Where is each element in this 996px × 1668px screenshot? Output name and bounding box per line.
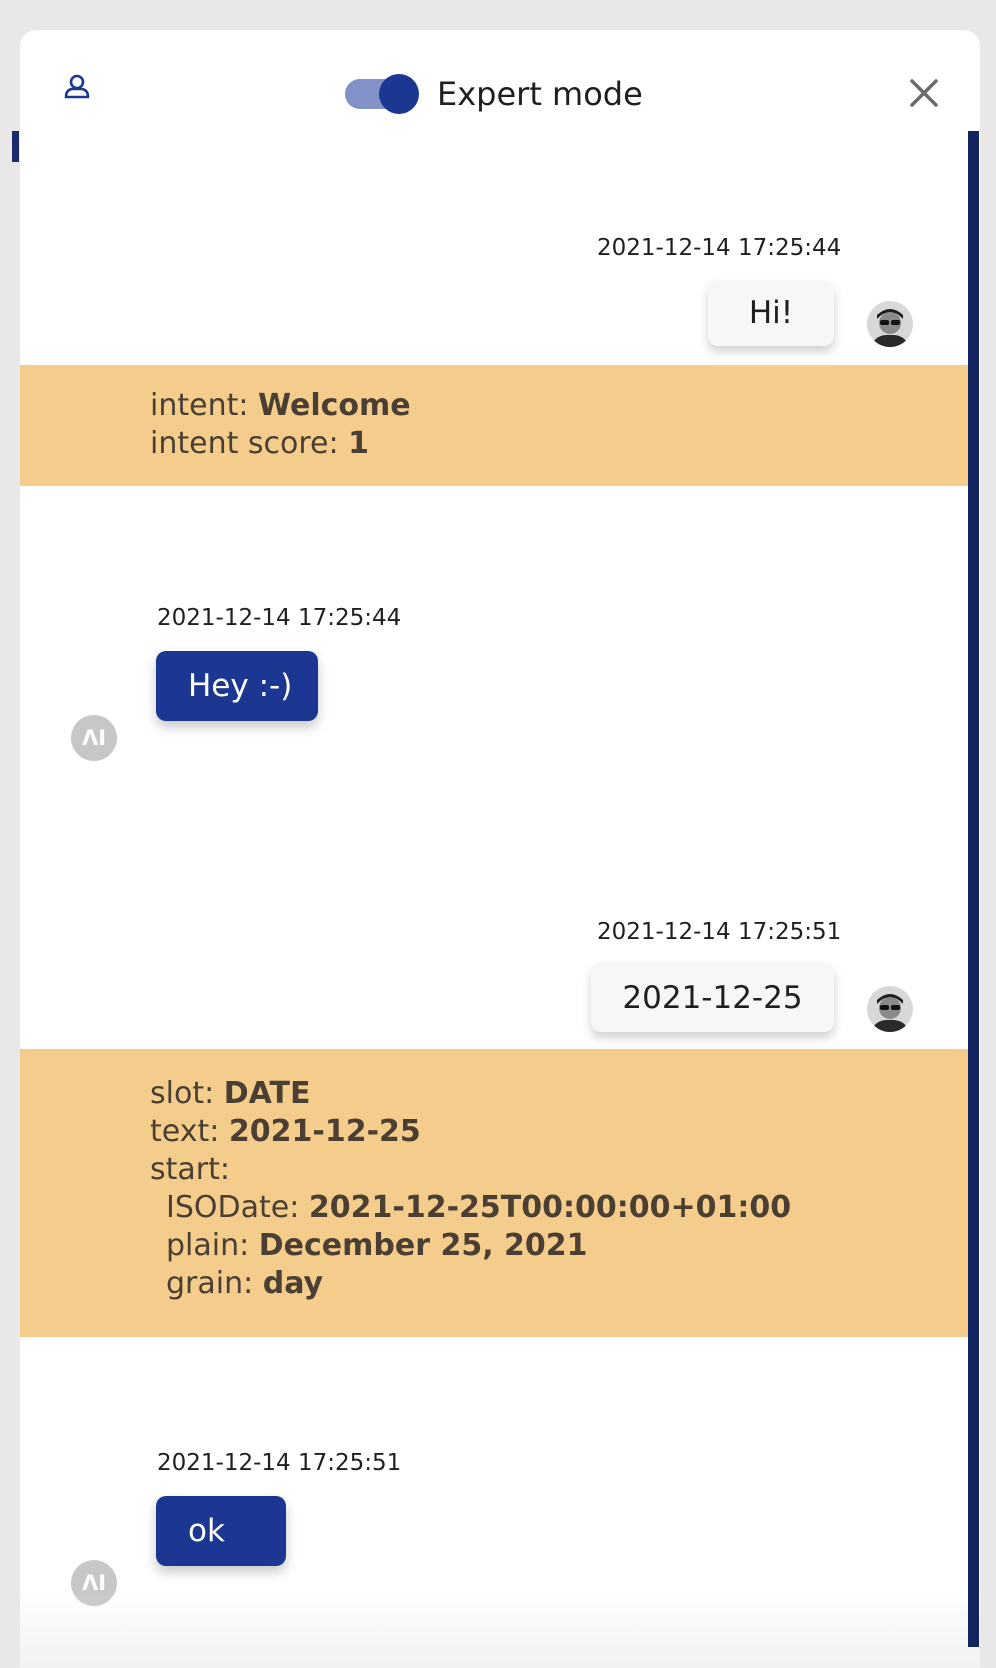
debug-text-line: text: 2021-12-25 <box>150 1113 970 1151</box>
debug-text-value: 2021-12-25 <box>228 1114 421 1149</box>
user-profile-icon[interactable] <box>62 72 92 102</box>
user-message-bubble: 2021-12-25 <box>591 963 834 1032</box>
debug-isodate-key: ISODate: <box>166 1190 300 1225</box>
user-photo-icon <box>867 301 913 347</box>
debug-isodate-value: 2021-12-25T00:00:00+01:00 <box>308 1190 792 1225</box>
message-timestamp: 2021-12-14 17:25:44 <box>157 605 402 631</box>
debug-start-key: start: <box>150 1152 230 1187</box>
user-avatar <box>867 986 913 1032</box>
bot-message-bubble: Hey :-) <box>156 651 318 721</box>
debug-slot-key: slot: <box>150 1076 215 1111</box>
user-avatar <box>867 301 913 347</box>
debug-intent-line: intent: Welcome <box>150 387 970 425</box>
message-timestamp: 2021-12-14 17:25:44 <box>597 235 842 261</box>
debug-intent-key: intent: <box>150 388 249 423</box>
message-timestamp: 2021-12-14 17:25:51 <box>597 919 842 945</box>
debug-grain-line: grain: day <box>150 1265 970 1303</box>
bot-avatar: ΛI <box>71 715 117 761</box>
scrollbar[interactable] <box>968 131 979 1647</box>
close-icon[interactable] <box>904 73 944 113</box>
debug-slot-panel: slot: DATE text: 2021-12-25 start: ISODa… <box>20 1049 970 1337</box>
debug-slot-value: DATE <box>223 1076 311 1111</box>
debug-plain-value: December 25, 2021 <box>258 1228 588 1263</box>
debug-isodate-line: ISODate: 2021-12-25T00:00:00+01:00 <box>150 1189 970 1227</box>
toggle-knob[interactable] <box>379 74 419 114</box>
debug-plain-line: plain: December 25, 2021 <box>150 1227 970 1265</box>
toggle-track[interactable] <box>345 74 419 114</box>
user-message-bubble: Hi! <box>708 280 834 346</box>
expert-mode-label: Expert mode <box>437 75 643 113</box>
debug-start-line: start: <box>150 1151 970 1189</box>
page-left-accent <box>12 131 19 162</box>
message-timestamp: 2021-12-14 17:25:51 <box>157 1450 402 1476</box>
user-photo-icon <box>867 986 913 1032</box>
bot-avatar-label: ΛI <box>81 726 107 750</box>
debug-score-key: intent score: <box>150 426 339 461</box>
debug-grain-key: grain: <box>166 1266 254 1301</box>
dialog-header: Expert mode <box>20 30 980 130</box>
debug-plain-key: plain: <box>166 1228 250 1263</box>
debug-intent-value: Welcome <box>258 388 411 423</box>
debug-grain-value: day <box>262 1266 324 1301</box>
expert-mode-toggle[interactable]: Expert mode <box>345 66 643 122</box>
debug-intent-panel: intent: Welcome intent score: 1 <box>20 365 970 486</box>
debug-score-line: intent score: 1 <box>150 425 970 463</box>
chat-dialog: Expert mode 2021-12-14 17:25:44 Hi! inte… <box>20 30 980 1668</box>
debug-text-key: text: <box>150 1114 220 1149</box>
bottom-fade <box>20 1590 980 1668</box>
debug-score-value: 1 <box>348 426 370 461</box>
debug-slot-line: slot: DATE <box>150 1075 970 1113</box>
bot-message-bubble: ok <box>156 1496 286 1566</box>
